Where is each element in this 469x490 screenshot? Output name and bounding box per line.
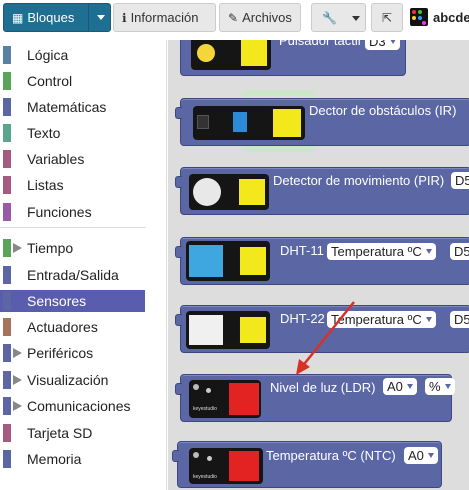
category-comunicaciones[interactable]: Comunicaciones (0, 395, 145, 417)
block-flyout[interactable]: Pulsador táctil D3 Dector de obstáculos … (168, 40, 469, 490)
paperclip-icon: ✎ (228, 10, 239, 25)
category-tarjeta-sd[interactable]: Tarjeta SD (0, 422, 145, 444)
share-icon: ⇱ (382, 10, 393, 25)
chevron-down-icon (352, 16, 360, 21)
toolbar: ▦ Bloques ℹ Información ✎ Archivos 🔧 ⇱ a… (0, 0, 469, 36)
annotation-arrow (296, 301, 355, 375)
category-tiempo[interactable]: Tiempo (0, 237, 145, 259)
category-perifericos[interactable]: Periféricos (0, 342, 145, 364)
category-listas[interactable]: Listas (0, 174, 145, 196)
category-visualizacion[interactable]: Visualización (0, 369, 145, 391)
category-actuadores[interactable]: Actuadores (0, 316, 145, 338)
category-sidebar: Lógica Control Matemáticas Texto Variabl… (0, 40, 167, 490)
category-memoria[interactable]: Memoria (0, 448, 145, 470)
category-logica[interactable]: Lógica (0, 44, 145, 66)
expand-arrow-icon[interactable] (13, 401, 22, 411)
category-control[interactable]: Control (0, 70, 145, 92)
expand-arrow-icon[interactable] (13, 243, 22, 253)
info-button[interactable]: ℹ Información (113, 3, 216, 32)
category-variables[interactable]: Variables (0, 148, 145, 170)
info-icon: ℹ (122, 10, 127, 25)
expand-arrow-icon[interactable] (13, 348, 22, 358)
project-name[interactable]: abcde (433, 10, 469, 25)
category-texto[interactable]: Texto (0, 122, 145, 144)
files-button[interactable]: ✎ Archivos (219, 3, 301, 32)
wrench-icon: 🔧 (322, 10, 337, 25)
chevron-down-icon[interactable] (97, 15, 105, 20)
blocks-button[interactable]: ▦ Bloques (3, 3, 111, 32)
tools-button[interactable]: 🔧 (311, 3, 366, 32)
expand-arrow-icon[interactable] (13, 375, 22, 385)
divider (0, 227, 146, 228)
blocks-icon: ▦ (12, 10, 24, 25)
category-matematicas[interactable]: Matemáticas (0, 96, 145, 118)
board-logo-icon (410, 8, 428, 26)
category-entrada-salida[interactable]: Entrada/Salida (0, 264, 145, 286)
share-button[interactable]: ⇱ (371, 3, 403, 32)
category-funciones[interactable]: Funciones (0, 201, 145, 223)
category-sensores[interactable]: Sensores (0, 290, 145, 312)
